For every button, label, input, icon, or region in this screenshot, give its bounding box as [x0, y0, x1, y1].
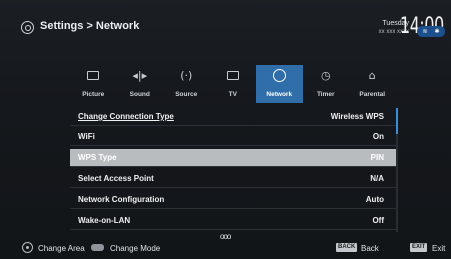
dpad-icon: [22, 242, 33, 253]
change-area-label: Change Area: [38, 244, 85, 253]
setting-row-connection-type[interactable]: Change Connection Type Wireless WPS: [70, 108, 396, 126]
sound-icon: ◂|▸: [132, 69, 148, 82]
setting-label: Change Connection Type: [78, 112, 174, 121]
setting-row-access-point[interactable]: Select Access Point N/A: [70, 170, 396, 188]
scrollbar[interactable]: [396, 108, 398, 232]
tab-tv[interactable]: TV: [210, 65, 257, 103]
breadcrumb: Settings > Network: [40, 20, 140, 32]
category-tabs: Picture ◂|▸ Sound (·) Source TV Network …: [70, 65, 396, 103]
back-label: Back: [361, 244, 379, 253]
setting-label: Select Access Point: [78, 174, 154, 183]
status-icons: ≋ ✱: [417, 26, 445, 37]
tv-icon: [225, 69, 241, 83]
back-key-icon: BACK: [336, 243, 358, 252]
tab-label: TV: [228, 91, 237, 98]
settings-gear-icon: [21, 21, 34, 34]
timer-icon: ◷: [320, 69, 331, 82]
exit-key-icon: EXIT: [410, 243, 428, 252]
scroll-thumb[interactable]: [396, 108, 398, 134]
tab-parental[interactable]: ⌂ Parental: [349, 65, 396, 103]
footer: Change Area Change Mode BACK Back EXIT E…: [0, 240, 451, 259]
settings-screen: Settings > Network Tuesday xx xxx xxxx 1…: [0, 0, 451, 259]
network-globe-icon: [271, 69, 287, 83]
left-right-icon: [91, 244, 104, 251]
setting-value: Auto: [365, 195, 384, 204]
tab-label: Sound: [129, 91, 150, 98]
setting-row-wps-type[interactable]: WPS Type PIN: [70, 149, 396, 167]
setting-value: Wireless WPS: [330, 112, 384, 121]
change-mode-label: Change Mode: [110, 244, 161, 253]
tab-source[interactable]: (·) Source: [163, 65, 210, 103]
setting-label: WiFi: [78, 132, 95, 141]
setting-row-network-config[interactable]: Network Configuration Auto: [70, 191, 396, 209]
settings-list: Change Connection Type Wireless WPS WiFi…: [70, 108, 396, 232]
source-icon: (·): [180, 69, 193, 82]
setting-label: Wake-on-LAN: [78, 216, 131, 225]
tab-picture[interactable]: Picture: [70, 65, 117, 103]
setting-row-wifi[interactable]: WiFi On: [70, 128, 396, 146]
tab-network[interactable]: Network: [256, 65, 303, 103]
setting-value: PIN: [370, 153, 384, 162]
tab-label: Timer: [316, 91, 335, 98]
setting-value: Off: [372, 216, 384, 225]
tab-sound[interactable]: ◂|▸ Sound: [117, 65, 164, 103]
setting-label: WPS Type: [78, 153, 117, 162]
header: Settings > Network Tuesday xx xxx xxxx 1…: [0, 0, 451, 62]
parental-icon: ⌂: [368, 69, 376, 82]
tab-label: Picture: [82, 91, 105, 98]
tab-label: Network: [266, 91, 293, 98]
setting-label: Network Configuration: [78, 195, 165, 204]
setting-value: N/A: [370, 174, 384, 183]
wifi-icon: ≋: [422, 29, 428, 35]
tab-label: Parental: [359, 91, 386, 98]
tab-timer[interactable]: ◷ Timer: [303, 65, 350, 103]
setting-value: On: [372, 132, 384, 141]
clock: 14:00: [400, 14, 444, 39]
tab-label: Source: [175, 91, 198, 98]
picture-icon: [85, 69, 101, 83]
setting-row-wake-on-lan[interactable]: Wake-on-LAN Off: [70, 212, 396, 230]
exit-label: Exit: [432, 244, 446, 253]
bluetooth-icon: ✱: [434, 29, 440, 35]
